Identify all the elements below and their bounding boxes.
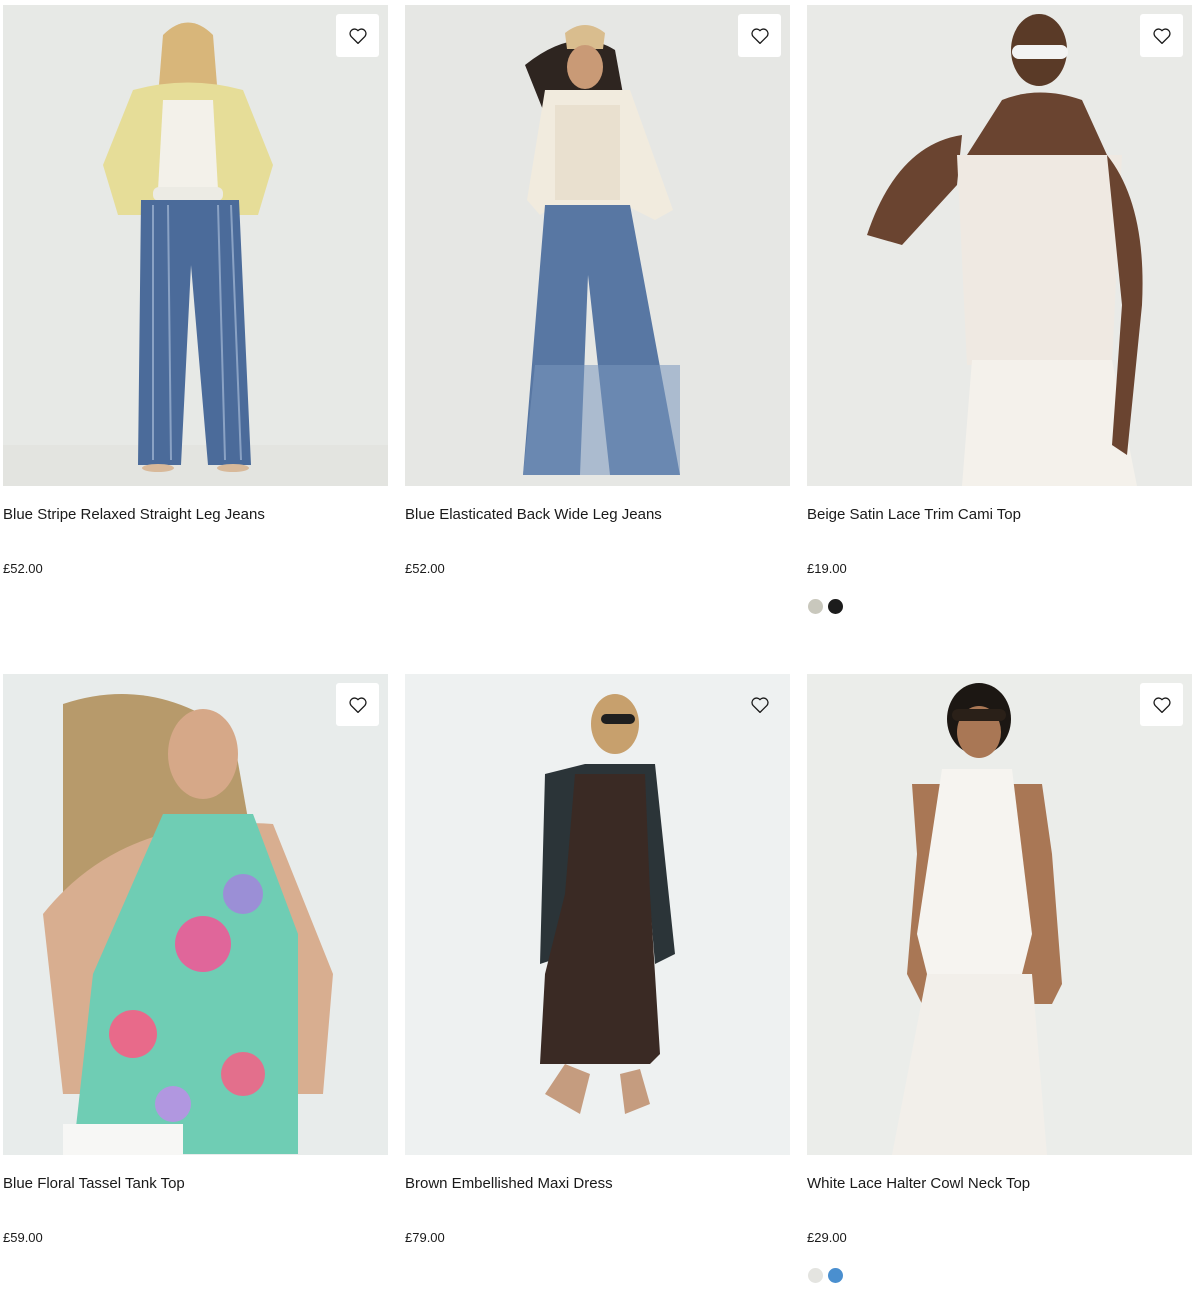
color-swatch-beige[interactable]	[808, 599, 823, 614]
product-card[interactable]: Blue Elasticated Back Wide Leg Jeans £52…	[405, 5, 790, 576]
product-image[interactable]	[807, 674, 1192, 1155]
product-price: £59.00	[3, 1230, 43, 1245]
heart-outline-icon	[348, 696, 367, 713]
product-title[interactable]: Beige Satin Lace Trim Cami Top	[807, 506, 1021, 524]
heart-outline-icon	[1152, 696, 1171, 713]
product-photo	[405, 674, 790, 1155]
product-title[interactable]: Brown Embellished Maxi Dress	[405, 1175, 613, 1193]
product-price: £52.00	[405, 561, 445, 576]
wishlist-button[interactable]	[1140, 683, 1183, 726]
product-title[interactable]: White Lace Halter Cowl Neck Top	[807, 1175, 1030, 1193]
wishlist-button[interactable]	[1140, 14, 1183, 57]
product-price: £52.00	[3, 561, 43, 576]
color-swatch-white[interactable]	[808, 1268, 823, 1283]
wishlist-button[interactable]	[336, 14, 379, 57]
color-swatches	[808, 1268, 843, 1283]
product-price: £29.00	[807, 1230, 847, 1245]
product-card[interactable]: Beige Satin Lace Trim Cami Top £19.00	[807, 5, 1192, 614]
product-title[interactable]: Blue Floral Tassel Tank Top	[3, 1175, 185, 1193]
product-card[interactable]: Blue Floral Tassel Tank Top £59.00	[3, 674, 388, 1245]
product-card[interactable]: White Lace Halter Cowl Neck Top £29.00	[807, 674, 1192, 1283]
wishlist-button[interactable]	[336, 683, 379, 726]
product-photo	[405, 5, 790, 486]
product-title[interactable]: Blue Elasticated Back Wide Leg Jeans	[405, 506, 662, 524]
wishlist-button[interactable]	[738, 14, 781, 57]
heart-outline-icon	[348, 27, 367, 44]
product-price: £19.00	[807, 561, 847, 576]
product-image[interactable]	[405, 674, 790, 1155]
product-price: £79.00	[405, 1230, 445, 1245]
product-image[interactable]	[3, 674, 388, 1155]
product-image[interactable]	[807, 5, 1192, 486]
product-title[interactable]: Blue Stripe Relaxed Straight Leg Jeans	[3, 506, 265, 524]
wishlist-button[interactable]	[738, 683, 781, 726]
heart-outline-icon	[1152, 27, 1171, 44]
product-card[interactable]: Blue Stripe Relaxed Straight Leg Jeans £…	[3, 5, 388, 576]
color-swatch-black[interactable]	[828, 599, 843, 614]
product-image[interactable]	[405, 5, 790, 486]
product-photo	[807, 674, 1192, 1155]
product-grid: Blue Stripe Relaxed Straight Leg Jeans £…	[0, 0, 1200, 1295]
product-card[interactable]: Brown Embellished Maxi Dress £79.00	[405, 674, 790, 1245]
product-image[interactable]	[3, 5, 388, 486]
color-swatches	[808, 599, 843, 614]
product-photo	[3, 674, 388, 1155]
color-swatch-blue[interactable]	[828, 1268, 843, 1283]
product-photo	[807, 5, 1192, 486]
heart-outline-icon	[750, 27, 769, 44]
heart-outline-icon	[750, 696, 769, 713]
product-photo	[3, 5, 388, 486]
